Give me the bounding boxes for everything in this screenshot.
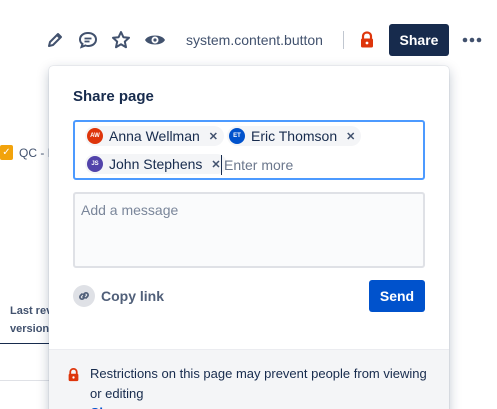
dialog-title: Share page (73, 88, 154, 105)
restriction-text: Restrictions on this page may prevent pe… (90, 366, 427, 401)
qc-link-fragment[interactable]: QC - I (19, 146, 51, 160)
recipient-chip: AW Anna Wellman ✕ (85, 126, 225, 146)
copy-link-button[interactable]: Copy link (73, 284, 164, 308)
enter-more-input[interactable] (221, 155, 371, 175)
restriction-lock-icon (67, 367, 80, 388)
remove-recipient-icon[interactable]: ✕ (346, 130, 355, 143)
avatar: AW (87, 128, 103, 144)
change-restrictions-link[interactable]: Ch (90, 405, 107, 409)
recipient-name: Anna Wellman (109, 128, 200, 144)
star-icon[interactable] (110, 29, 132, 51)
more-icon[interactable] (460, 29, 484, 51)
page-toolbar: system.content.button Share (40, 23, 497, 57)
share-button[interactable]: Share (389, 24, 449, 56)
recipient-name: John Stephens (109, 156, 203, 172)
comment-icon[interactable] (77, 29, 99, 51)
recipient-chip: ET Eric Thomson ✕ (227, 126, 362, 146)
avatar: JS (87, 156, 103, 172)
table-divider (0, 343, 49, 344)
recipient-name: Eric Thomson (251, 128, 338, 144)
lock-icon[interactable] (356, 29, 378, 51)
recipient-picker[interactable]: AW Anna Wellman ✕ ET Eric Thomson ✕ JS J… (73, 120, 425, 180)
send-button[interactable]: Send (369, 280, 425, 312)
edit-icon[interactable] (44, 29, 66, 51)
remove-recipient-icon[interactable]: ✕ (211, 158, 220, 171)
remove-recipient-icon[interactable]: ✕ (209, 130, 218, 143)
message-field[interactable] (73, 192, 425, 268)
toolbar-divider (343, 31, 344, 49)
link-icon (73, 285, 95, 307)
system-content-label: system.content.button (186, 32, 323, 48)
last-revision-header: Last rev version (10, 302, 52, 338)
avatar: ET (229, 128, 245, 144)
copy-link-label: Copy link (101, 288, 165, 304)
checkbox-icon: ✓ (0, 145, 13, 160)
share-dialog: Share page AW Anna Wellman ✕ ET Eric Tho… (49, 66, 449, 409)
recipient-chip: JS John Stephens ✕ (85, 154, 227, 174)
version-line: version (10, 323, 50, 335)
table-divider-light (0, 380, 49, 381)
watch-icon[interactable] (144, 29, 166, 51)
restriction-notice: Restrictions on this page may prevent pe… (49, 349, 449, 409)
last-rev-line: Last rev (10, 305, 53, 317)
